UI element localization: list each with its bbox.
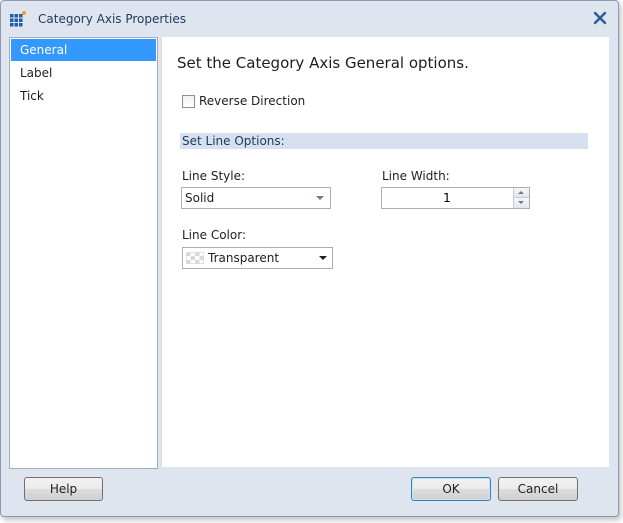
- dialog-window: Category Axis Properties General Label T…: [0, 0, 619, 517]
- cancel-button[interactable]: Cancel: [498, 477, 578, 501]
- page-title: Set the Category Axis General options.: [177, 54, 469, 72]
- category-list: General Label Tick: [9, 37, 158, 469]
- line-width-stepper: [381, 187, 530, 209]
- line-color-label: Line Color:: [182, 228, 246, 242]
- sidebar-item-label[interactable]: Label: [10, 62, 157, 85]
- sidebar-item-tick[interactable]: Tick: [10, 85, 157, 108]
- title-bar: Category Axis Properties: [1, 1, 618, 31]
- chevron-down-icon: [319, 256, 327, 260]
- ok-button[interactable]: OK: [411, 477, 491, 501]
- help-button[interactable]: Help: [24, 477, 103, 501]
- close-icon[interactable]: [592, 10, 608, 26]
- reverse-direction-checkbox[interactable]: [182, 95, 195, 108]
- line-color-value: Transparent: [208, 251, 280, 265]
- options-panel: Set the Category Axis General options. R…: [161, 37, 609, 467]
- line-style-dropdown[interactable]: Solid: [181, 187, 331, 209]
- dialog-title: Category Axis Properties: [38, 12, 186, 26]
- decrement-button[interactable]: [513, 198, 529, 208]
- line-style-label: Line Style:: [182, 169, 246, 183]
- line-color-dropdown[interactable]: Transparent: [182, 247, 333, 269]
- arrow-down-icon: [518, 201, 524, 204]
- reverse-direction-label: Reverse Direction: [199, 94, 306, 108]
- arrow-up-icon: [518, 191, 524, 194]
- line-width-label: Line Width:: [382, 169, 450, 183]
- transparent-swatch-icon: [186, 252, 204, 264]
- chevron-down-icon: [316, 196, 324, 200]
- increment-button[interactable]: [513, 188, 529, 198]
- sidebar-item-general[interactable]: General: [11, 39, 156, 61]
- line-options-header: Set Line Options:: [180, 133, 588, 149]
- chart-grid-icon: [10, 11, 26, 27]
- line-style-value: Solid: [185, 191, 215, 205]
- line-width-input[interactable]: [382, 188, 512, 208]
